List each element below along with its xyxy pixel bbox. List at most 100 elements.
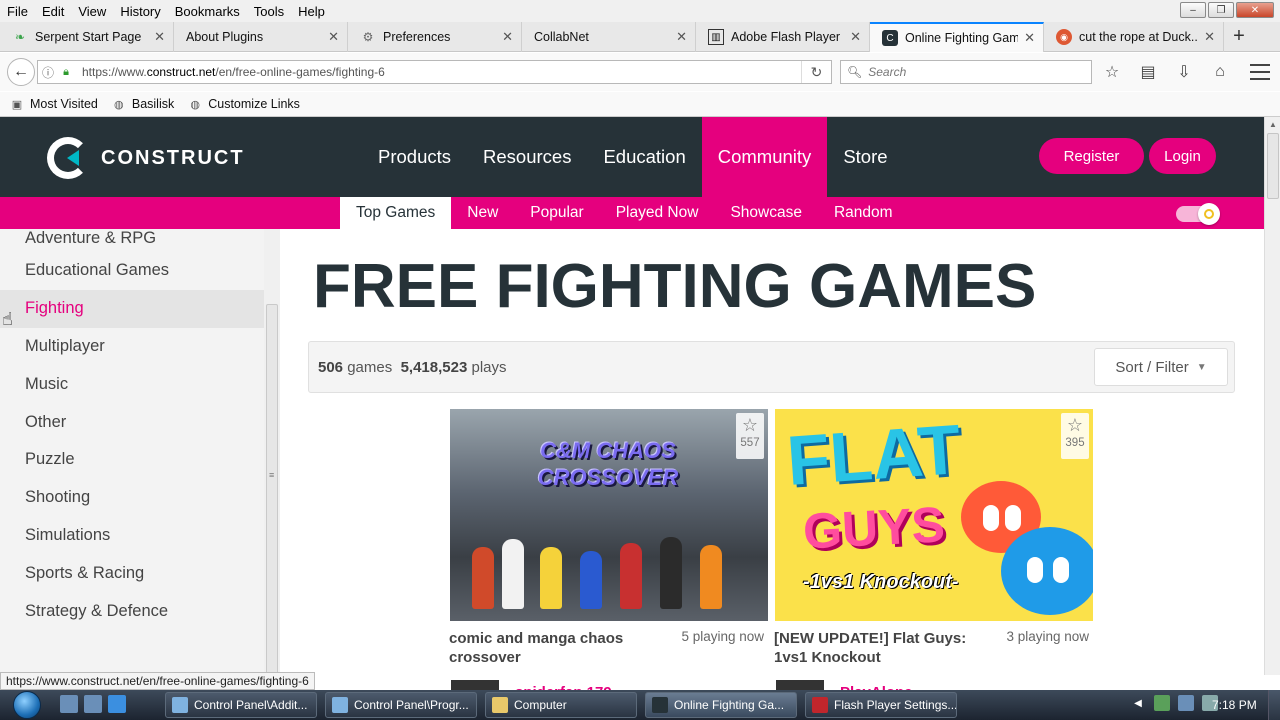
- sort-filter-button[interactable]: Sort / Filter ▼: [1094, 348, 1228, 386]
- stats-bar: 506 games 5,418,523 plays Sort / Filter …: [308, 341, 1235, 393]
- page-scroll-thumb[interactable]: [1267, 133, 1279, 199]
- url-text[interactable]: https://www.construct.net/en/free-online…: [74, 65, 801, 79]
- new-tab-button[interactable]: +: [1224, 22, 1254, 51]
- nav-education[interactable]: Education: [587, 117, 701, 197]
- back-button[interactable]: ←: [7, 58, 35, 86]
- reading-list-icon[interactable]: ▤: [1136, 60, 1160, 84]
- menu-file[interactable]: File: [0, 4, 35, 19]
- reload-icon[interactable]: ↻: [801, 61, 831, 83]
- internet-explorer-icon[interactable]: [108, 695, 126, 713]
- nav-store[interactable]: Store: [827, 117, 903, 197]
- subnav-new[interactable]: New: [451, 197, 514, 229]
- home-icon[interactable]: ⌂: [1208, 60, 1232, 84]
- subnav-played-now[interactable]: Played Now: [600, 197, 715, 229]
- category-sports-racing[interactable]: Sports & Racing: [0, 554, 264, 592]
- menu-history[interactable]: History: [113, 4, 167, 19]
- favorite-button[interactable]: ☆ 395: [1061, 413, 1089, 459]
- start-button[interactable]: [4, 691, 50, 719]
- tab-title: Online Fighting Gam...: [905, 31, 1019, 45]
- register-button[interactable]: Register: [1039, 138, 1144, 174]
- game-stats: 506 games 5,418,523 plays: [318, 359, 507, 376]
- tab-serpent-start[interactable]: ❧ Serpent Start Page ✕: [0, 22, 174, 52]
- bookmark-customize-links[interactable]: ◍ Customize Links: [188, 97, 300, 111]
- bookmark-basilisk[interactable]: ◍ Basilisk: [112, 97, 174, 111]
- login-button[interactable]: Login: [1149, 138, 1216, 174]
- game-thumbnail[interactable]: FLAT GUYS -1vs1 Knockout- ☆ 395: [775, 409, 1093, 621]
- tab-bar: ❧ Serpent Start Page ✕ About Plugins ✕ ⚙…: [0, 22, 1280, 52]
- show-desktop-icon[interactable]: [60, 695, 78, 713]
- subnav-top-games[interactable]: Top Games: [340, 197, 452, 229]
- nav-products[interactable]: Products: [362, 117, 467, 197]
- task-control-panel-1[interactable]: Control Panel\Addit...: [165, 692, 317, 718]
- bookmark-star-icon[interactable]: ☆: [1100, 60, 1124, 84]
- category-multiplayer[interactable]: Multiplayer: [0, 328, 264, 366]
- task-flash-player-settings[interactable]: Flash Player Settings...: [805, 692, 957, 718]
- task-computer[interactable]: Computer: [485, 692, 637, 718]
- info-icon[interactable]: ⓘ: [38, 64, 58, 81]
- category-strategy-defence[interactable]: Strategy & Defence: [0, 592, 264, 630]
- category-other[interactable]: Other: [0, 403, 264, 441]
- page-scrollbar[interactable]: ▲: [1264, 117, 1280, 675]
- url-bar[interactable]: ⓘ 🔒︎ https://www.construct.net/en/free-o…: [37, 60, 832, 84]
- menu-hamburger-icon[interactable]: [1250, 62, 1270, 82]
- sidebar-scroll-thumb[interactable]: [266, 304, 278, 676]
- game-title[interactable]: comic and manga chaos crossover: [449, 629, 649, 667]
- task-control-panel-2[interactable]: Control Panel\Progr...: [325, 692, 477, 718]
- gear-icon: ⚙: [362, 30, 374, 44]
- game-title[interactable]: [NEW UPDATE!] Flat Guys: 1vs1 Knockout: [774, 629, 974, 667]
- clock[interactable]: 7:18 PM: [1212, 698, 1257, 712]
- tray-arrow-icon[interactable]: ◀: [1130, 695, 1146, 711]
- tab-preferences[interactable]: ⚙ Preferences ✕: [348, 22, 522, 52]
- tab-adobe-flash[interactable]: ▥ Adobe Flash Player 3... ✕: [696, 22, 870, 52]
- construct-logo[interactable]: CONSTRUCT: [47, 137, 245, 179]
- menu-view[interactable]: View: [71, 4, 113, 19]
- download-icon[interactable]: ⇩: [1172, 60, 1196, 84]
- adobe-icon: ▥: [708, 29, 724, 45]
- category-fighting[interactable]: Fighting: [0, 289, 264, 328]
- sidebar-scrollbar[interactable]: ≡: [264, 229, 280, 676]
- minimize-button[interactable]: –: [1180, 2, 1206, 18]
- tab-about-plugins[interactable]: About Plugins ✕: [174, 22, 348, 52]
- category-puzzle[interactable]: Puzzle: [0, 441, 264, 479]
- close-icon[interactable]: ✕: [328, 29, 339, 45]
- subnav-showcase[interactable]: Showcase: [714, 197, 818, 229]
- category-simulations[interactable]: Simulations: [0, 517, 264, 555]
- category-shooting[interactable]: Shooting: [0, 479, 264, 517]
- maximize-button[interactable]: ❐: [1208, 2, 1234, 18]
- tab-duckduckgo[interactable]: ◉ cut the rope at Duck... ✕: [1044, 22, 1224, 52]
- theme-toggle[interactable]: [1176, 203, 1220, 225]
- search-input[interactable]: 🔍︎ Search: [840, 60, 1092, 84]
- menu-help[interactable]: Help: [291, 4, 332, 19]
- close-icon[interactable]: ✕: [1024, 30, 1035, 46]
- close-icon[interactable]: ✕: [676, 29, 687, 45]
- network-icon[interactable]: [1154, 695, 1170, 711]
- favorite-button[interactable]: ☆ 557: [736, 413, 764, 459]
- nav-community[interactable]: Community: [701, 117, 828, 197]
- menu-edit[interactable]: Edit: [35, 4, 71, 19]
- category-music[interactable]: Music: [0, 365, 264, 403]
- subnav-random[interactable]: Random: [818, 197, 909, 229]
- close-icon[interactable]: ✕: [154, 29, 165, 45]
- nav-resources[interactable]: Resources: [467, 117, 587, 197]
- close-icon[interactable]: ✕: [1204, 29, 1215, 45]
- monitor-icon[interactable]: [1178, 695, 1194, 711]
- bookmark-label: Customize Links: [208, 97, 300, 111]
- subnav-popular[interactable]: Popular: [514, 197, 599, 229]
- switch-windows-icon[interactable]: [84, 695, 102, 713]
- menu-bookmarks[interactable]: Bookmarks: [168, 4, 247, 19]
- show-desktop-button[interactable]: [1268, 690, 1280, 720]
- task-online-fighting-games[interactable]: Online Fighting Ga...: [645, 692, 797, 718]
- game-thumbnail[interactable]: C&M CHAOS CROSSOVER ☆ 557: [450, 409, 768, 621]
- scroll-up-icon[interactable]: ▲: [1269, 120, 1277, 129]
- tab-collabnet[interactable]: CollabNet ✕: [522, 22, 696, 52]
- menu-tools[interactable]: Tools: [247, 4, 291, 19]
- close-icon[interactable]: ✕: [502, 29, 513, 45]
- close-icon[interactable]: ✕: [850, 29, 861, 45]
- category-adventure-rpg[interactable]: Adventure & RPG: [0, 229, 264, 252]
- lock-icon[interactable]: 🔒︎: [58, 66, 74, 79]
- construct-icon: [652, 697, 668, 713]
- close-window-button[interactable]: ✕: [1236, 2, 1274, 18]
- category-educational[interactable]: Educational Games: [0, 252, 264, 290]
- tab-online-fighting-games[interactable]: C Online Fighting Gam... ✕: [870, 22, 1044, 52]
- bookmark-most-visited[interactable]: ▣ Most Visited: [10, 97, 98, 111]
